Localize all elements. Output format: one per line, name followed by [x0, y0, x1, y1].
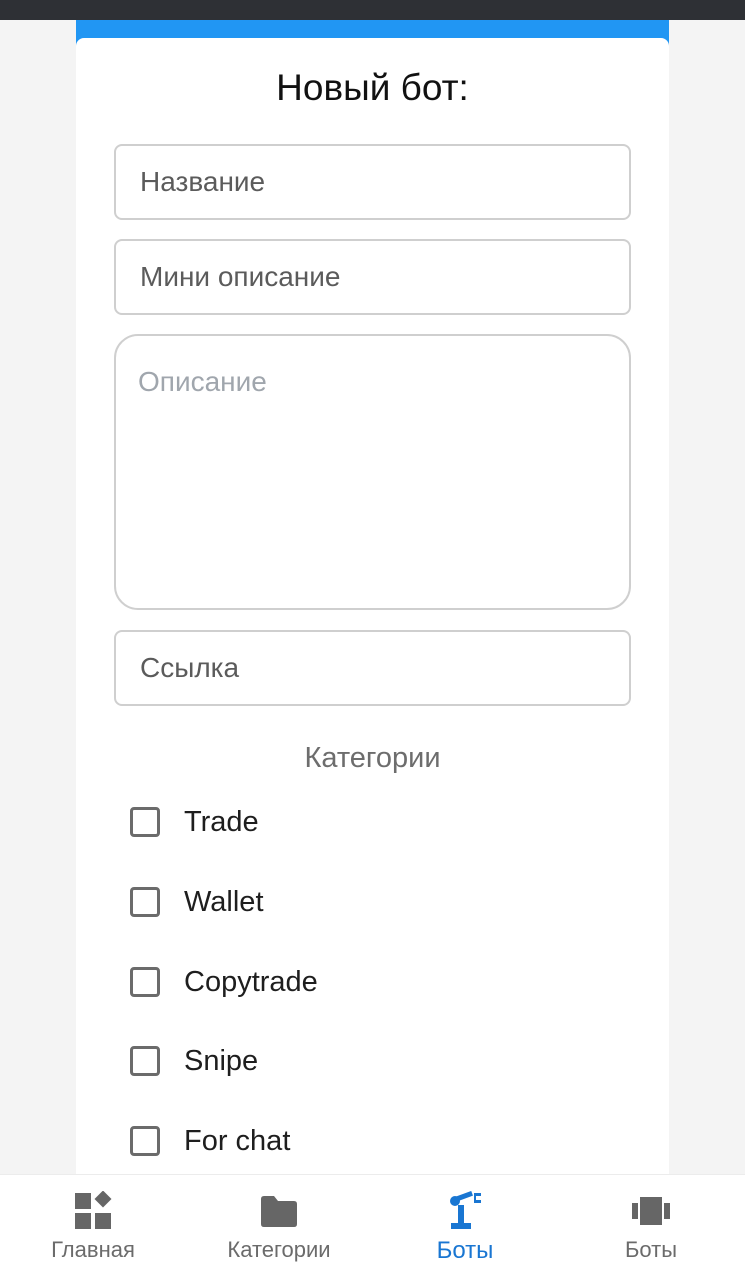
- category-label: Trade: [184, 805, 259, 838]
- new-bot-form-card: Новый бот: Категории Trade Wallet Copytr…: [76, 38, 669, 1198]
- description-textarea[interactable]: [114, 334, 631, 610]
- name-input[interactable]: [114, 144, 631, 220]
- category-label: For chat: [184, 1124, 291, 1157]
- category-option-trade[interactable]: Trade: [130, 802, 259, 842]
- mini-description-input[interactable]: [114, 239, 631, 315]
- category-option-copytrade[interactable]: Copytrade: [130, 962, 318, 1002]
- robot-arm-icon: [450, 1191, 481, 1229]
- dashboard-icon: [75, 1191, 112, 1229]
- nav-item-bots-2[interactable]: Боты: [558, 1175, 744, 1279]
- nav-label: Боты: [624, 1237, 678, 1262]
- checkbox[interactable]: [130, 807, 160, 837]
- checkbox[interactable]: [130, 1126, 160, 1156]
- category-label: Snipe: [184, 1044, 259, 1077]
- nav-label: Главная: [51, 1237, 135, 1262]
- category-label: Copytrade: [184, 965, 318, 998]
- carousel-icon: [632, 1197, 670, 1225]
- status-bar: [0, 0, 745, 20]
- category-option-for-chat[interactable]: For chat: [130, 1121, 290, 1161]
- nav-item-bots[interactable]: Боты: [372, 1175, 558, 1279]
- nav-label: Категории: [227, 1237, 331, 1262]
- folder-icon: [261, 1196, 297, 1227]
- nav-label: Боты: [436, 1237, 494, 1264]
- link-input[interactable]: [114, 630, 631, 706]
- category-option-snipe[interactable]: Snipe: [130, 1041, 258, 1081]
- checkbox[interactable]: [130, 967, 160, 997]
- checkbox[interactable]: [130, 887, 160, 917]
- bottom-navigation: Главная Категории Боты Боты: [0, 1174, 745, 1281]
- nav-item-home[interactable]: Главная: [0, 1175, 186, 1279]
- category-label: Wallet: [184, 885, 264, 918]
- checkbox[interactable]: [130, 1046, 160, 1076]
- categories-heading: Категории: [304, 742, 441, 774]
- category-option-wallet[interactable]: Wallet: [130, 882, 264, 922]
- form-title: Новый бот:: [276, 67, 469, 108]
- nav-item-categories[interactable]: Категории: [186, 1175, 372, 1279]
